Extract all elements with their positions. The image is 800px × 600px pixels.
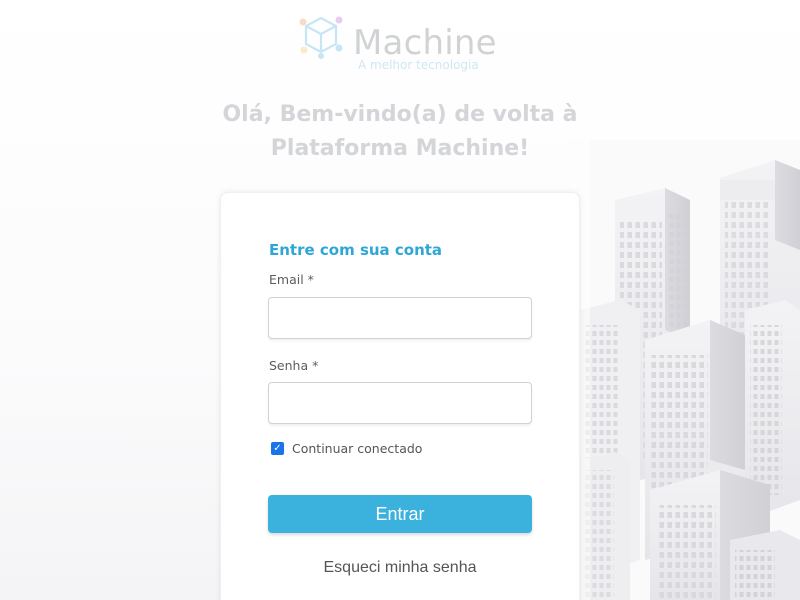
email-label: Email * xyxy=(269,272,314,287)
login-button[interactable]: Entrar xyxy=(268,495,532,533)
remember-me[interactable]: ✓ Continuar conectado xyxy=(271,441,422,456)
brand-logo: Machine A melhor tecnologia xyxy=(298,12,508,74)
login-card: Entre com sua conta Email * Senha * ✓ Co… xyxy=(220,192,580,600)
remember-label: Continuar conectado xyxy=(292,441,423,456)
welcome-line-1: Olá, Bem-vindo(a) de volta à xyxy=(222,102,578,127)
welcome-line-2: Plataforma Machine! xyxy=(270,136,530,161)
cube-network-icon xyxy=(299,16,343,59)
password-field[interactable] xyxy=(268,382,532,424)
welcome-heading: Olá, Bem-vindo(a) de volta à Plataforma … xyxy=(150,98,650,166)
remember-checkbox[interactable]: ✓ xyxy=(271,442,284,455)
brand-name: Machine xyxy=(353,23,497,63)
password-label: Senha * xyxy=(269,358,319,373)
city-buildings-illustration xyxy=(570,140,800,600)
email-field[interactable] xyxy=(268,297,532,339)
checkmark-icon: ✓ xyxy=(273,443,282,454)
forgot-password-link[interactable]: Esqueci minha senha xyxy=(221,559,579,577)
login-title: Entre com sua conta xyxy=(269,241,443,259)
brand-tagline: A melhor tecnologia xyxy=(358,58,479,72)
login-page: Machine A melhor tecnologia Olá, Bem-vin… xyxy=(0,0,800,600)
